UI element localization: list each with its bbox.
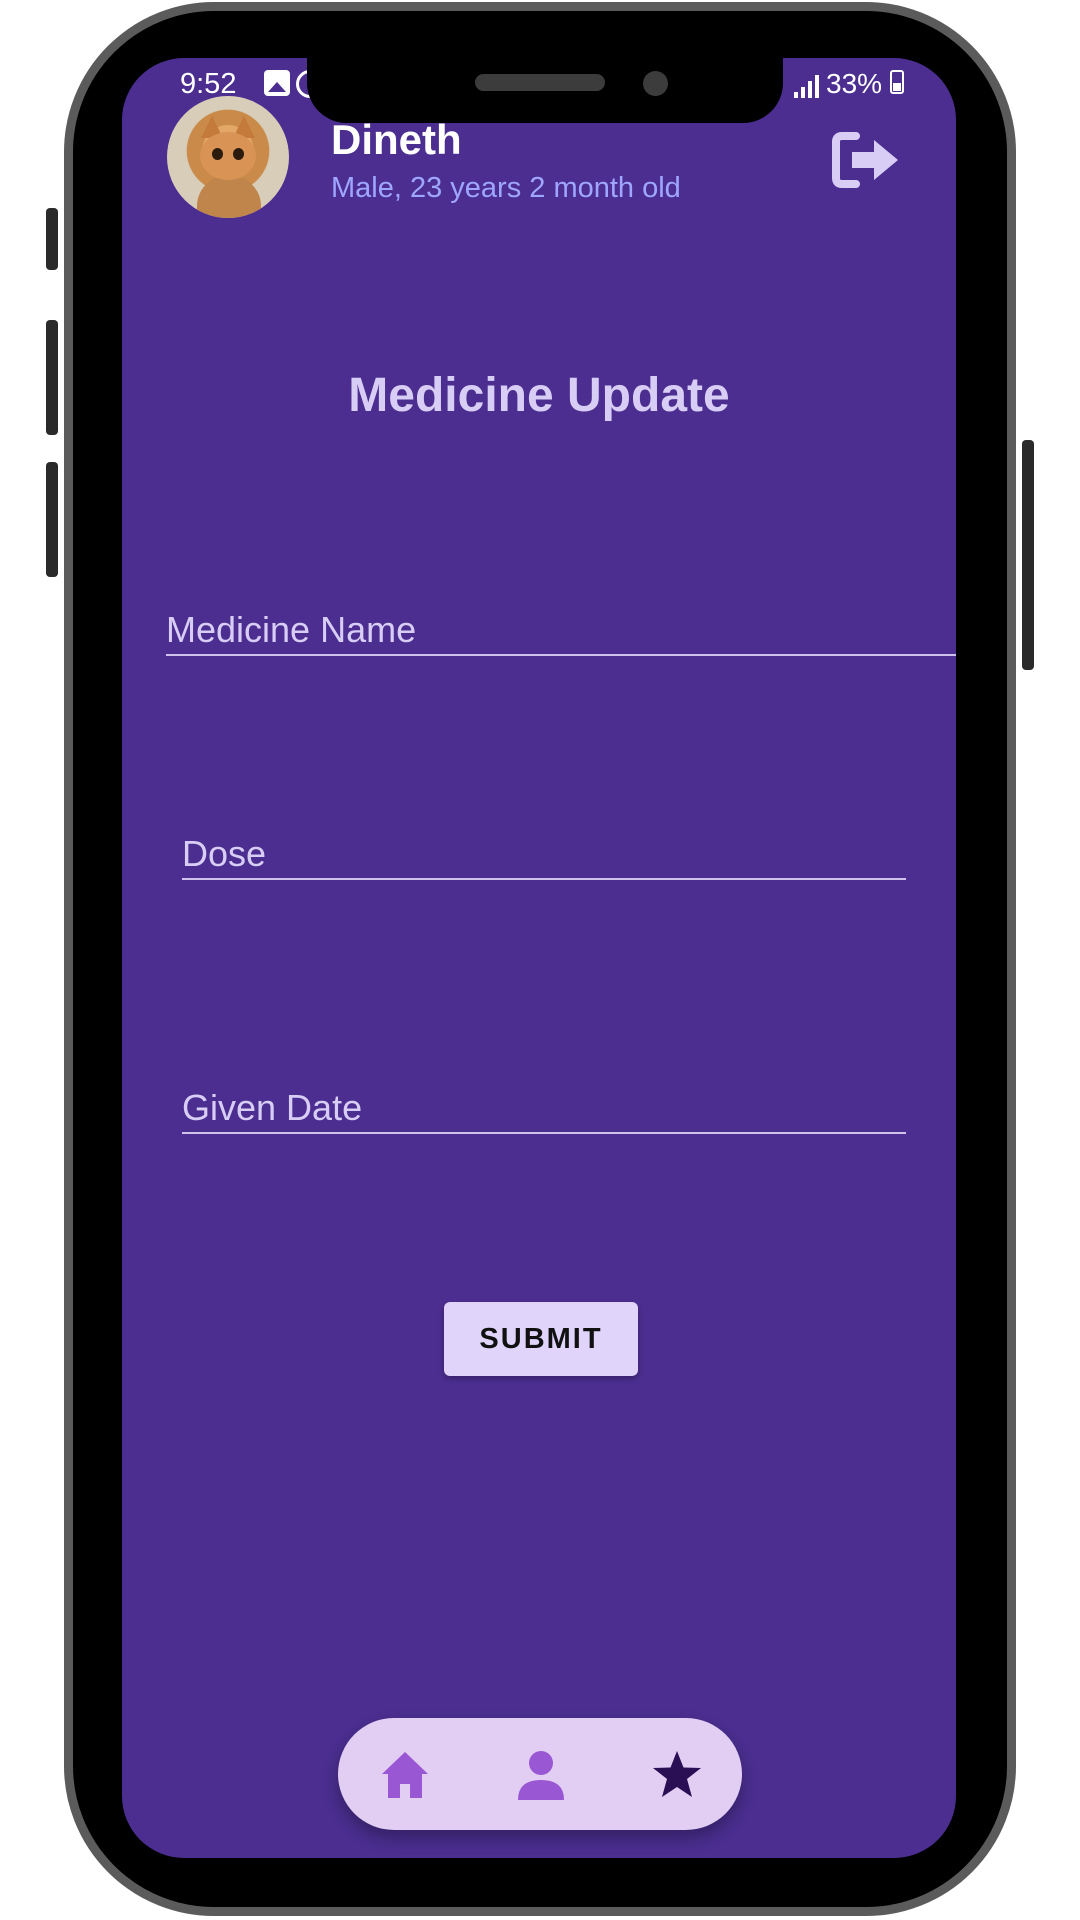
gallery-icon [264,70,290,96]
logout-icon-graphic [832,132,898,188]
star-icon-graphic [653,1751,701,1797]
battery-icon [890,70,904,94]
person-icon[interactable] [514,1748,568,1802]
dose-input[interactable] [182,830,906,878]
star-icon[interactable] [650,1748,704,1802]
page-title: Medicine Update [348,369,730,422]
speaker-grille [475,74,605,91]
avatar-eye-left [212,148,223,160]
bottom-navigation [338,1718,742,1830]
volume-up-button [46,320,58,435]
medicine-name-input[interactable] [166,606,956,654]
home-icon[interactable] [378,1748,432,1802]
signal-icon [794,74,822,98]
battery-percentage: 33% [826,68,883,99]
user-details: Male, 23 years 2 month old [331,172,681,204]
medicine-name-field [166,606,956,656]
submit-button[interactable]: SUBMIT [444,1302,638,1376]
avatar-eye-right [233,148,244,160]
front-camera [643,71,668,96]
volume-mute-switch [46,208,58,270]
user-name: Dineth [331,116,462,163]
avatar-face [200,132,256,180]
given-date-field [182,1084,906,1134]
power-button [1022,440,1034,670]
logout-icon[interactable] [830,130,902,190]
volume-down-button [46,462,58,577]
avatar[interactable] [167,96,289,218]
given-date-input[interactable] [182,1084,906,1132]
home-icon-graphic [382,1752,428,1798]
avatar-body [197,176,261,218]
app-screen: 9:52 33% Dineth Male, 23 years 2 month o… [122,58,956,1858]
dose-field [182,830,906,880]
person-icon-graphic [518,1751,564,1800]
camera-notch [307,58,783,123]
